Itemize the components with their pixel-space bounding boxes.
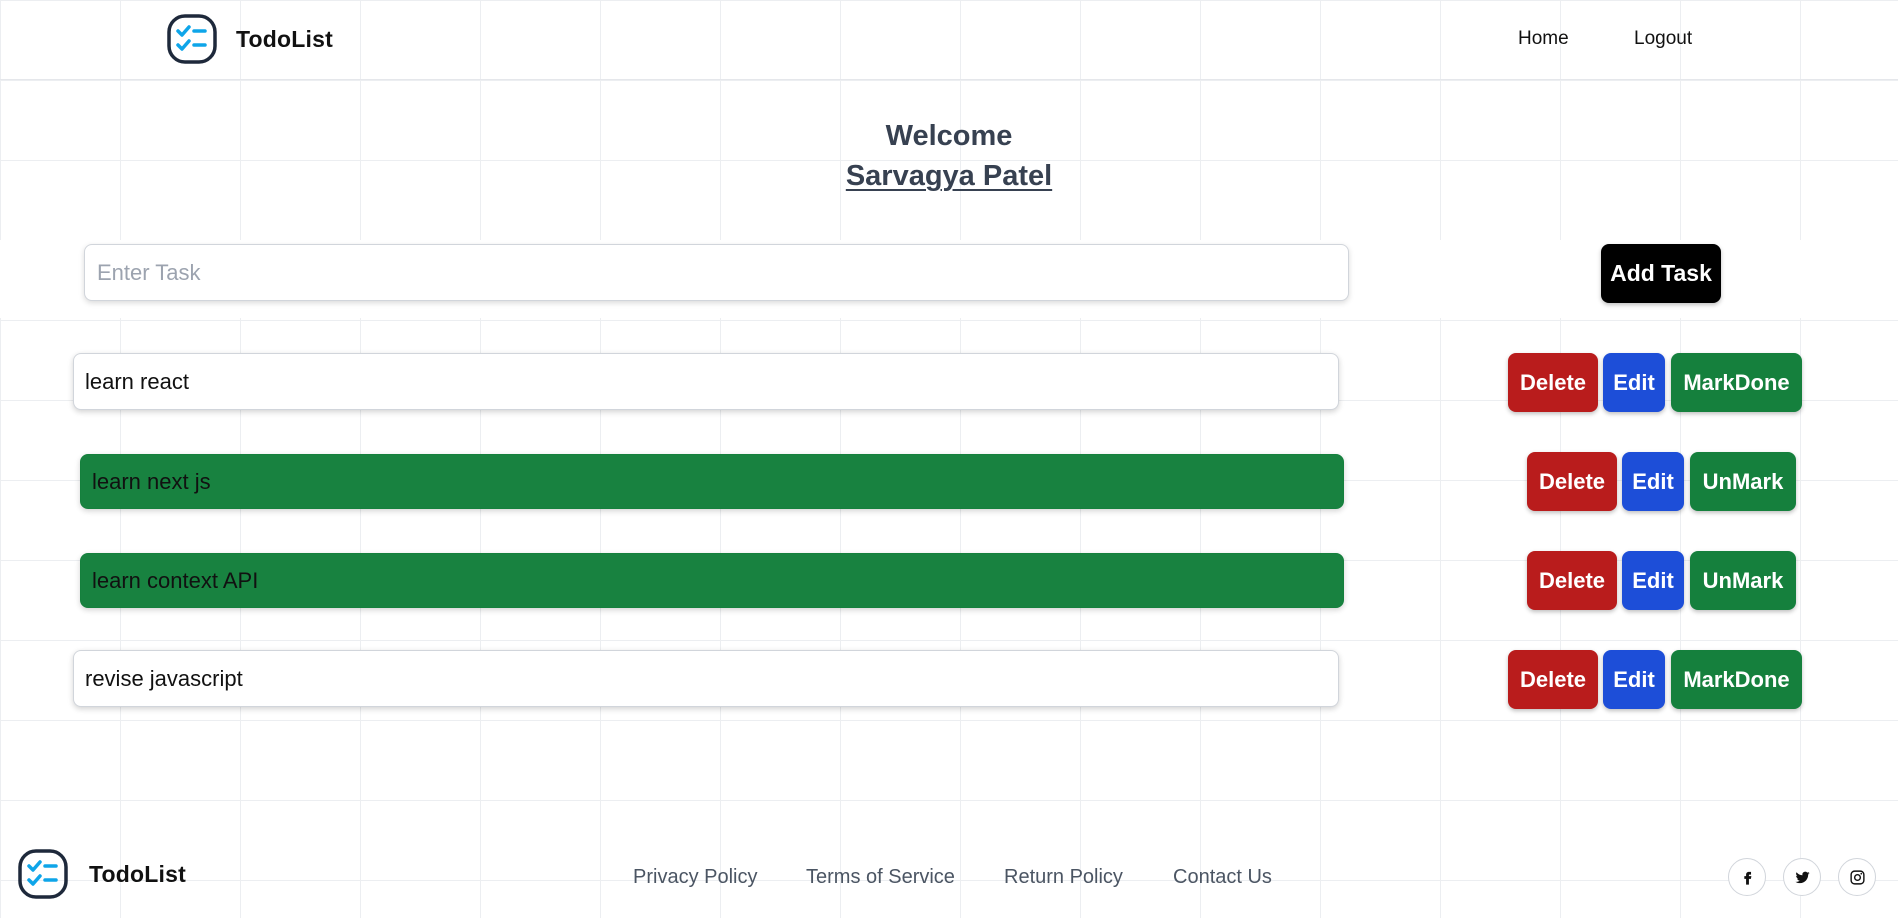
twitter-button[interactable] xyxy=(1783,858,1821,896)
mark-done-button[interactable]: MarkDone xyxy=(1671,650,1802,709)
edit-button[interactable]: Edit xyxy=(1622,551,1684,610)
delete-button[interactable]: Delete xyxy=(1527,452,1617,511)
delete-button[interactable]: Delete xyxy=(1508,650,1598,709)
return-policy-link[interactable]: Return Policy xyxy=(1004,866,1123,889)
task-input[interactable] xyxy=(84,244,1349,301)
nav-logout-link[interactable]: Logout xyxy=(1634,28,1692,50)
instagram-icon xyxy=(1849,869,1865,885)
unmark-button[interactable]: UnMark xyxy=(1690,452,1796,511)
task-text: learn context API xyxy=(92,567,259,593)
edit-button[interactable]: Edit xyxy=(1603,353,1665,412)
nav-home-link[interactable]: Home xyxy=(1518,28,1569,50)
add-task-button[interactable]: Add Task xyxy=(1601,244,1721,303)
edit-button[interactable]: Edit xyxy=(1622,452,1684,511)
task-text: revise javascript xyxy=(85,665,243,691)
terms-of-service-link[interactable]: Terms of Service xyxy=(806,866,955,889)
footer-logo-text: TodoList xyxy=(89,860,186,887)
header-logo[interactable]: TodoList xyxy=(166,13,333,65)
facebook-button[interactable] xyxy=(1728,858,1766,896)
privacy-policy-link[interactable]: Privacy Policy xyxy=(633,866,757,889)
footer-logo[interactable]: TodoList xyxy=(17,848,186,900)
site-header: TodoList Home Logout xyxy=(0,0,1898,80)
welcome-greeting: Welcome xyxy=(885,120,1013,152)
task-item: revise javascript xyxy=(73,650,1339,707)
task-item-done: learn context API xyxy=(80,553,1344,608)
contact-us-link[interactable]: Contact Us xyxy=(1173,866,1272,889)
delete-button[interactable]: Delete xyxy=(1508,353,1598,412)
welcome-heading: Welcome Sarvagya Patel xyxy=(0,116,1898,196)
header-logo-text: TodoList xyxy=(236,25,333,52)
delete-button[interactable]: Delete xyxy=(1527,551,1617,610)
task-item: learn react xyxy=(73,353,1339,410)
unmark-button[interactable]: UnMark xyxy=(1690,551,1796,610)
edit-button[interactable]: Edit xyxy=(1603,650,1665,709)
checklist-logo-icon xyxy=(167,14,217,64)
task-text: learn next js xyxy=(92,468,211,494)
mark-done-button[interactable]: MarkDone xyxy=(1671,353,1802,412)
twitter-icon xyxy=(1794,871,1810,883)
task-text: learn react xyxy=(85,368,189,394)
checklist-logo-icon xyxy=(18,849,68,899)
facebook-icon xyxy=(1743,871,1751,885)
task-item-done: learn next js xyxy=(80,454,1344,509)
user-name: Sarvagya Patel xyxy=(845,160,1053,192)
instagram-button[interactable] xyxy=(1838,858,1876,896)
